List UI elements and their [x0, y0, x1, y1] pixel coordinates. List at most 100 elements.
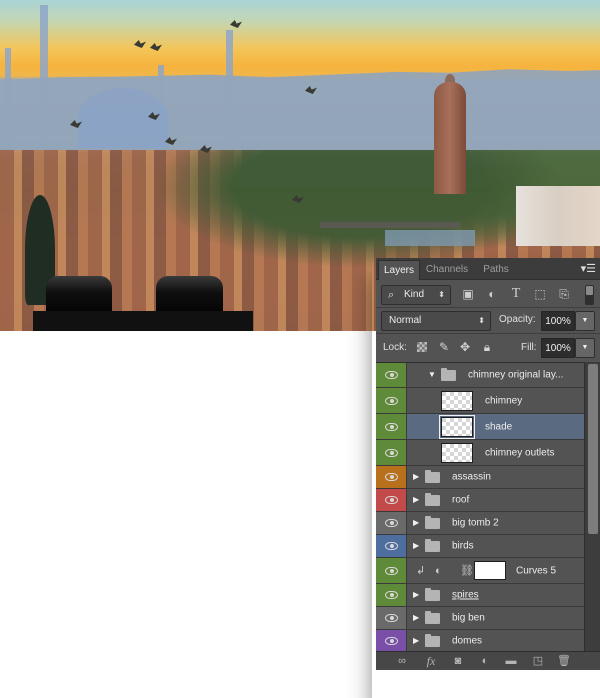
- layer-name[interactable]: assassin: [452, 472, 491, 483]
- layer-name[interactable]: big ben: [452, 613, 485, 624]
- tab-channels[interactable]: Channels: [421, 260, 473, 280]
- layer-name[interactable]: chimney outlets: [485, 447, 554, 458]
- expand-triangle-icon[interactable]: ▶: [413, 636, 419, 646]
- lock-position-icon[interactable]: ✥: [458, 339, 472, 355]
- fill-label: Fill:: [521, 342, 537, 353]
- visibility-eye-icon[interactable]: [385, 448, 398, 457]
- layer-name[interactable]: spires: [452, 590, 479, 601]
- visibility-eye-icon[interactable]: [385, 591, 398, 599]
- filter-kind-select[interactable]: ⌕ Kind ⬍: [381, 285, 451, 305]
- layer-color-tag: [376, 607, 407, 629]
- panel-footer: ∞ fx ◙ ◐ ▬ ◳ 🗑︎: [376, 651, 600, 670]
- panel-tab-bar: Layers Channels Paths ▾☰: [376, 258, 600, 280]
- panel-menu-icon[interactable]: ▾☰: [580, 262, 596, 276]
- bridge: [320, 222, 460, 228]
- fill-field[interactable]: 100%: [541, 338, 575, 358]
- expand-triangle-icon[interactable]: ▶: [413, 472, 419, 482]
- new-group-icon[interactable]: ▬: [503, 654, 519, 669]
- visibility-eye-icon[interactable]: [385, 473, 398, 481]
- opacity-field[interactable]: 100%: [541, 311, 575, 331]
- scrollbar-thumb[interactable]: [588, 364, 598, 534]
- layer-color-tag: [376, 440, 407, 465]
- layer-row[interactable]: chimney: [376, 388, 584, 414]
- layer-name[interactable]: chimney original lay...: [468, 370, 563, 381]
- tab-paths[interactable]: Paths: [475, 260, 517, 280]
- lock-all-icon[interactable]: 🔒︎: [480, 339, 494, 355]
- visibility-eye-icon[interactable]: [385, 542, 398, 550]
- folder-icon: [425, 588, 440, 601]
- layer-color-tag: [376, 535, 407, 557]
- expand-triangle-icon[interactable]: ▶: [413, 590, 419, 600]
- adjustment-layer-icon: ◐: [435, 564, 442, 577]
- layer-row-group[interactable]: ▶ spires: [376, 584, 584, 607]
- visibility-eye-icon[interactable]: [385, 371, 398, 379]
- layers-scrollbar[interactable]: [584, 362, 600, 651]
- layer-row-group[interactable]: ▼ chimney original lay...: [376, 363, 584, 388]
- chimney-base: [33, 311, 253, 331]
- layer-row-group[interactable]: ▶ assassin: [376, 466, 584, 489]
- lock-row: Lock: ✎ ✥ 🔒︎ Fill: 100% ▼: [376, 333, 600, 360]
- blend-mode-select[interactable]: Normal ⬍: [381, 311, 491, 331]
- layer-row-group[interactable]: ▶ big tomb 2: [376, 512, 584, 535]
- layer-name[interactable]: birds: [452, 541, 474, 552]
- lock-transparent-icon[interactable]: [417, 342, 427, 352]
- layer-thumbnail: [441, 391, 473, 411]
- lock-label: Lock:: [383, 342, 407, 353]
- layer-name[interactable]: roof: [452, 495, 469, 506]
- layer-color-tag: [376, 466, 407, 488]
- adjustment-filter-icon[interactable]: ◐: [484, 286, 500, 302]
- visibility-eye-icon[interactable]: [385, 496, 398, 504]
- visibility-eye-icon[interactable]: [385, 396, 398, 405]
- layer-name[interactable]: chimney: [485, 395, 522, 406]
- add-mask-icon[interactable]: ◙: [450, 654, 466, 669]
- blend-row: Normal ⬍ Opacity: 100% ▼: [376, 307, 600, 333]
- expand-triangle-icon[interactable]: ▶: [413, 613, 419, 623]
- new-adjustment-icon[interactable]: ◐: [477, 654, 493, 669]
- expand-triangle-icon[interactable]: ▶: [413, 541, 419, 551]
- expand-triangle-icon[interactable]: ▶: [413, 518, 419, 528]
- layer-name[interactable]: shade: [485, 421, 512, 432]
- visibility-eye-icon[interactable]: [385, 519, 398, 527]
- layer-color-tag: [376, 414, 407, 439]
- layer-row-group[interactable]: ▶ birds: [376, 535, 584, 558]
- visibility-eye-icon[interactable]: [385, 614, 398, 622]
- mask-link-icon[interactable]: ⛓: [460, 565, 474, 577]
- layer-color-tag: [376, 512, 407, 534]
- layer-color-tag: [376, 388, 407, 413]
- link-layers-icon[interactable]: ∞: [394, 654, 410, 669]
- layer-row-group[interactable]: ▶ domes: [376, 630, 584, 651]
- chimney-shape-left: [46, 276, 112, 312]
- visibility-eye-icon[interactable]: [385, 422, 398, 431]
- layer-thumbnail: [439, 415, 475, 439]
- layer-color-tag: [376, 363, 407, 387]
- layer-name[interactable]: Curves 5: [516, 565, 556, 576]
- delete-layer-icon[interactable]: 🗑︎: [556, 654, 572, 669]
- smart-object-filter-icon[interactable]: ⎘: [556, 286, 572, 302]
- layer-row[interactable]: chimney outlets: [376, 440, 584, 466]
- layer-name[interactable]: big tomb 2: [452, 518, 499, 529]
- layer-mask-thumbnail[interactable]: [474, 561, 506, 580]
- fill-dropdown-button[interactable]: ▼: [575, 338, 595, 358]
- lock-image-icon[interactable]: ✎: [437, 339, 451, 355]
- expand-triangle-open-icon[interactable]: ▼: [428, 370, 436, 380]
- layer-row-adjustment[interactable]: ↲ ◐ ⛓ Curves 5: [376, 558, 584, 584]
- layer-name[interactable]: domes: [452, 636, 482, 647]
- layer-row-group[interactable]: ▶ big ben: [376, 607, 584, 630]
- visibility-eye-icon[interactable]: [385, 637, 398, 645]
- bird: [134, 40, 146, 48]
- filter-toggle[interactable]: [585, 285, 594, 305]
- folder-icon: [425, 516, 440, 529]
- shape-filter-icon[interactable]: ⬚: [532, 286, 548, 302]
- expand-triangle-icon[interactable]: ▶: [413, 495, 419, 505]
- type-filter-icon[interactable]: T: [508, 286, 524, 302]
- visibility-eye-icon[interactable]: [385, 566, 398, 575]
- tab-layers[interactable]: Layers: [378, 260, 420, 280]
- new-layer-icon[interactable]: ◳: [530, 654, 546, 669]
- opacity-dropdown-button[interactable]: ▼: [575, 311, 595, 331]
- layer-row-group[interactable]: ▶ roof: [376, 489, 584, 512]
- image-filter-icon[interactable]: ▣: [460, 286, 476, 302]
- fx-icon[interactable]: fx: [423, 654, 439, 669]
- filter-kind-label: Kind: [404, 289, 425, 300]
- layer-row-selected[interactable]: shade: [376, 414, 584, 440]
- search-icon: ⌕: [388, 289, 395, 301]
